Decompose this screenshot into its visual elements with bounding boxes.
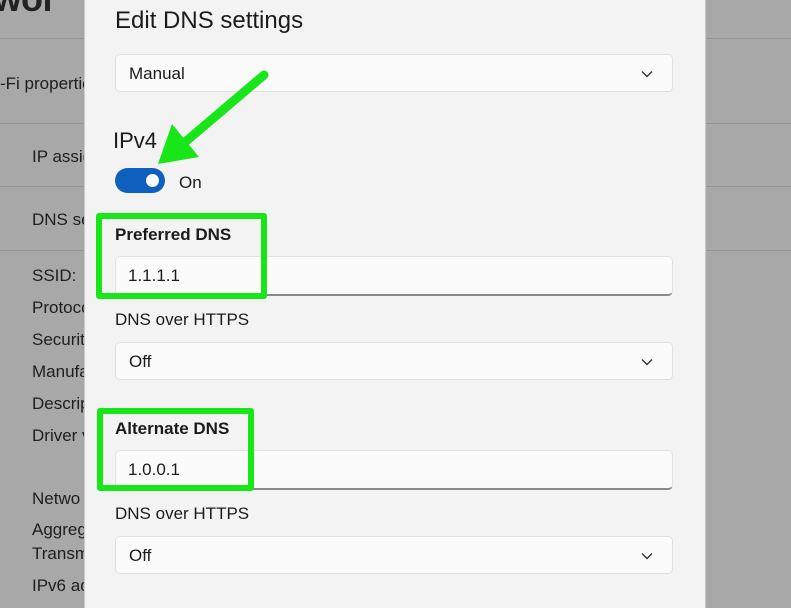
green-arrow-icon (158, 70, 269, 164)
